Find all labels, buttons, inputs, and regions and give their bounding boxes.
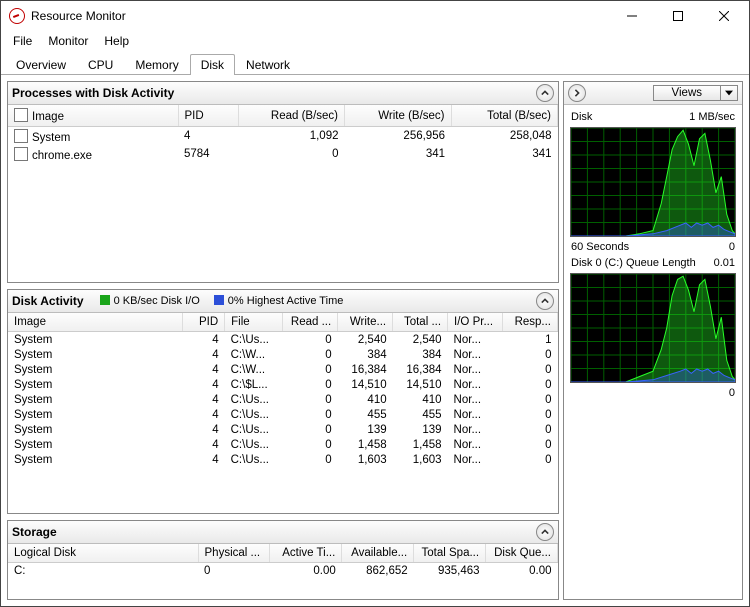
checkbox-all[interactable]: [14, 108, 28, 122]
col-resp[interactable]: Resp...: [502, 313, 557, 332]
storage-table: Logical Disk Physical ... Active Ti... A…: [8, 544, 558, 578]
green-swatch-icon: [100, 295, 110, 305]
storage-panel: Storage Logical Disk Physical ... Active…: [7, 520, 559, 600]
col-total[interactable]: Total Spa...: [414, 544, 486, 563]
chevron-right-icon[interactable]: [568, 84, 586, 102]
storage-header[interactable]: Storage: [8, 521, 558, 544]
col-total[interactable]: Total ...: [393, 313, 448, 332]
table-row[interactable]: System4C:\W...0384384Nor...0: [8, 347, 558, 362]
table-row[interactable]: System4C:\W...016,38416,384Nor...0: [8, 362, 558, 377]
activity-title: Disk Activity: [12, 294, 100, 308]
tab-overview[interactable]: Overview: [5, 54, 77, 75]
tab-memory[interactable]: Memory: [124, 54, 189, 75]
table-row[interactable]: chrome.exe57840341341: [8, 145, 558, 163]
app-icon: [9, 8, 25, 24]
storage-table-wrap[interactable]: Logical Disk Physical ... Active Ti... A…: [8, 544, 558, 599]
table-row[interactable]: System41,092256,956258,048: [8, 127, 558, 146]
col-prio[interactable]: I/O Pr...: [448, 313, 503, 332]
checkbox[interactable]: [14, 129, 28, 143]
right-sidebar: Views Disk1 MB/sec 60 Seconds0 Disk 0 (C…: [563, 81, 743, 600]
chevron-up-icon[interactable]: [536, 292, 554, 310]
activity-table: Image PID File Read ... Write... Total .…: [8, 313, 558, 467]
checkbox[interactable]: [14, 147, 28, 161]
table-row[interactable]: System4C:\Us...02,5402,540Nor...1: [8, 332, 558, 348]
col-write[interactable]: Write...: [338, 313, 393, 332]
tab-strip: Overview CPU Memory Disk Network: [1, 52, 749, 75]
processes-panel: Processes with Disk Activity Image PID R…: [7, 81, 559, 283]
menu-monitor[interactable]: Monitor: [40, 32, 96, 50]
queue-graph: [570, 273, 736, 383]
activity-meta: 0 KB/sec Disk I/O 0% Highest Active Time: [100, 295, 344, 307]
col-read[interactable]: Read (B/sec): [238, 105, 345, 127]
col-queue[interactable]: Disk Que...: [486, 544, 558, 563]
col-phys[interactable]: Physical ...: [198, 544, 270, 563]
col-disk[interactable]: Logical Disk: [8, 544, 198, 563]
close-button[interactable]: [701, 1, 747, 31]
disk-graph: [570, 127, 736, 237]
tab-network[interactable]: Network: [235, 54, 301, 75]
menu-help[interactable]: Help: [96, 32, 137, 50]
storage-title: Storage: [12, 525, 73, 539]
menu-bar: File Monitor Help: [1, 31, 749, 52]
chevron-up-icon[interactable]: [536, 84, 554, 102]
col-pid[interactable]: PID: [182, 313, 224, 332]
views-dropdown[interactable]: Views: [653, 85, 738, 101]
col-avail[interactable]: Available...: [342, 544, 414, 563]
graph1-label: Disk1 MB/sec: [570, 111, 736, 123]
col-file[interactable]: File: [225, 313, 283, 332]
sidebar-header: Views: [564, 82, 742, 105]
activity-header[interactable]: Disk Activity 0 KB/sec Disk I/O 0% Highe…: [8, 290, 558, 313]
col-pid[interactable]: PID: [178, 105, 238, 127]
processes-table-wrap[interactable]: Image PID Read (B/sec) Write (B/sec) Tot…: [8, 105, 558, 282]
graph2-xlabel: 0: [570, 387, 736, 399]
views-label: Views: [653, 85, 721, 101]
table-row[interactable]: System4C:\Us...0410410Nor...0: [8, 392, 558, 407]
maximize-button[interactable]: [655, 1, 701, 31]
graphs-area: Disk1 MB/sec 60 Seconds0 Disk 0 (C:) Que…: [564, 105, 742, 599]
processes-table: Image PID Read (B/sec) Write (B/sec) Tot…: [8, 105, 558, 163]
table-row[interactable]: System4C:\Us...0139139Nor...0: [8, 422, 558, 437]
table-row[interactable]: System4C:\Us...01,6031,603Nor...0: [8, 452, 558, 467]
table-row[interactable]: System4C:\Us...01,4581,458Nor...0: [8, 437, 558, 452]
tab-cpu[interactable]: CPU: [77, 54, 124, 75]
body: Processes with Disk Activity Image PID R…: [1, 75, 749, 606]
left-column: Processes with Disk Activity Image PID R…: [7, 81, 559, 600]
activity-panel: Disk Activity 0 KB/sec Disk I/O 0% Highe…: [7, 289, 559, 514]
graph2-label: Disk 0 (C:) Queue Length0.01: [570, 257, 736, 269]
processes-title: Processes with Disk Activity: [12, 86, 190, 100]
table-row[interactable]: System4C:\Us...0455455Nor...0: [8, 407, 558, 422]
processes-header[interactable]: Processes with Disk Activity: [8, 82, 558, 105]
app-window: Resource Monitor File Monitor Help Overv…: [0, 0, 750, 607]
table-row[interactable]: System4C:\$L...014,51014,510Nor...0: [8, 377, 558, 392]
table-row[interactable]: C:00.00862,652935,4630.00: [8, 563, 558, 579]
col-read[interactable]: Read ...: [283, 313, 338, 332]
chevron-up-icon[interactable]: [536, 523, 554, 541]
blue-swatch-icon: [214, 295, 224, 305]
graph1-xlabel: 60 Seconds0: [570, 241, 736, 253]
title-bar: Resource Monitor: [1, 1, 749, 31]
col-image[interactable]: Image: [8, 313, 182, 332]
menu-file[interactable]: File: [5, 32, 40, 50]
col-active[interactable]: Active Ti...: [270, 544, 342, 563]
col-total[interactable]: Total (B/sec): [451, 105, 558, 127]
chevron-down-icon[interactable]: [721, 85, 738, 101]
tab-disk[interactable]: Disk: [190, 54, 235, 75]
col-write[interactable]: Write (B/sec): [345, 105, 452, 127]
col-image[interactable]: Image: [8, 105, 178, 127]
activity-table-wrap[interactable]: Image PID File Read ... Write... Total .…: [8, 313, 558, 513]
window-title: Resource Monitor: [31, 9, 126, 23]
minimize-button[interactable]: [609, 1, 655, 31]
